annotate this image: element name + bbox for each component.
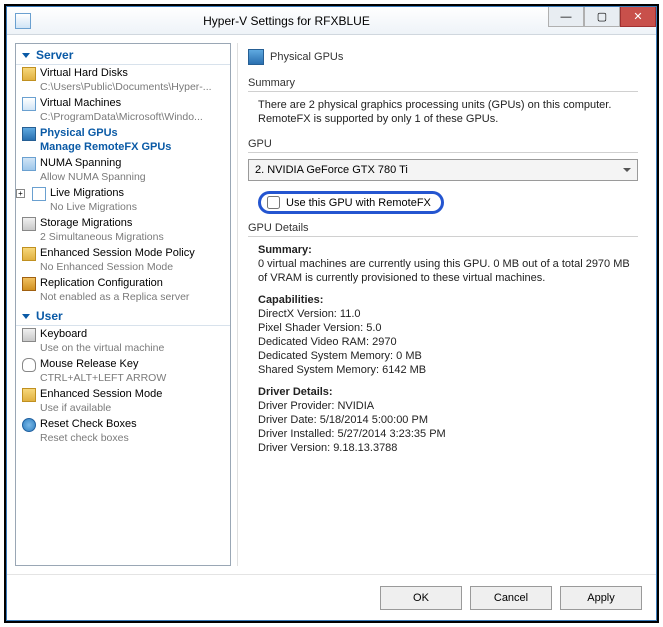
- gpu-icon: [248, 49, 264, 65]
- gpu-icon: [22, 127, 36, 141]
- nav-enhanced-session-mode[interactable]: Enhanced Session Mode Use if available: [16, 386, 230, 416]
- section-user[interactable]: User: [16, 305, 230, 326]
- nav-keyboard[interactable]: Keyboard Use on the virtual machine: [16, 326, 230, 356]
- use-gpu-remotefx-row[interactable]: Use this GPU with RemoteFX: [258, 191, 444, 214]
- ok-button[interactable]: OK: [380, 586, 462, 610]
- apply-button[interactable]: Apply: [560, 586, 642, 610]
- live-icon: [32, 187, 46, 201]
- keyboard-icon: [22, 328, 36, 342]
- nav-mouse-release[interactable]: Mouse Release Key CTRL+ALT+LEFT ARROW: [16, 356, 230, 386]
- gpu-label: GPU: [248, 138, 638, 152]
- nav-reset-checkboxes[interactable]: Reset Check Boxes Reset check boxes: [16, 416, 230, 446]
- nav-live-migrations[interactable]: + Live Migrations No Live Migrations: [26, 185, 230, 215]
- cancel-button[interactable]: Cancel: [470, 586, 552, 610]
- nav-enhanced-session-policy[interactable]: Enhanced Session Mode Policy No Enhanced…: [16, 245, 230, 275]
- titlebar[interactable]: Hyper-V Settings for RFXBLUE — ▢ ✕: [7, 7, 656, 35]
- hyperv-settings-window: Hyper-V Settings for RFXBLUE — ▢ ✕ Serve…: [6, 6, 657, 621]
- gpu-details-label: GPU Details: [248, 222, 638, 236]
- session-icon: [22, 388, 36, 402]
- disk-icon: [22, 67, 36, 81]
- numa-icon: [22, 157, 36, 171]
- maximize-button[interactable]: ▢: [584, 7, 620, 27]
- nav-storage-migrations[interactable]: Storage Migrations 2 Simultaneous Migrat…: [16, 215, 230, 245]
- section-server[interactable]: Server: [16, 44, 230, 65]
- content-panel: Physical GPUs Summary There are 2 physic…: [237, 43, 648, 566]
- nav-numa[interactable]: NUMA Spanning Allow NUMA Spanning: [16, 155, 230, 185]
- app-icon: [15, 13, 31, 29]
- gpu-dropdown[interactable]: 2. NVIDIA GeForce GTX 780 Ti: [248, 159, 638, 181]
- collapse-icon: [22, 53, 30, 58]
- summary-label: Summary: [248, 77, 638, 91]
- nav-panel: Server Virtual Hard Disks C:\Users\Publi…: [15, 43, 231, 566]
- use-gpu-remotefx-label: Use this GPU with RemoteFX: [286, 197, 431, 209]
- dialog-footer: OK Cancel Apply: [7, 574, 656, 620]
- nav-vhd[interactable]: Virtual Hard Disks C:\Users\Public\Docum…: [16, 65, 230, 95]
- content-header: Physical GPUs: [248, 45, 638, 71]
- close-button[interactable]: ✕: [620, 7, 656, 27]
- nav-replication[interactable]: Replication Configuration Not enabled as…: [16, 275, 230, 305]
- minimize-button[interactable]: —: [548, 7, 584, 27]
- mouse-icon: [22, 358, 36, 372]
- replication-icon: [22, 277, 36, 291]
- session-icon: [22, 247, 36, 261]
- nav-physical-gpus[interactable]: Physical GPUs Manage RemoteFX GPUs: [16, 125, 230, 155]
- storage-icon: [22, 217, 36, 231]
- summary-text: There are 2 physical graphics processing…: [248, 98, 638, 132]
- expand-icon[interactable]: +: [16, 189, 25, 198]
- window-title: Hyper-V Settings for RFXBLUE: [37, 14, 536, 28]
- chevron-down-icon: [623, 168, 631, 172]
- vm-icon: [22, 97, 36, 111]
- gpu-details: Summary: 0 virtual machines are currentl…: [248, 243, 638, 455]
- reset-icon: [22, 418, 36, 432]
- nav-vms[interactable]: Virtual Machines C:\ProgramData\Microsof…: [16, 95, 230, 125]
- collapse-icon: [22, 314, 30, 319]
- use-gpu-remotefx-checkbox[interactable]: [267, 196, 280, 209]
